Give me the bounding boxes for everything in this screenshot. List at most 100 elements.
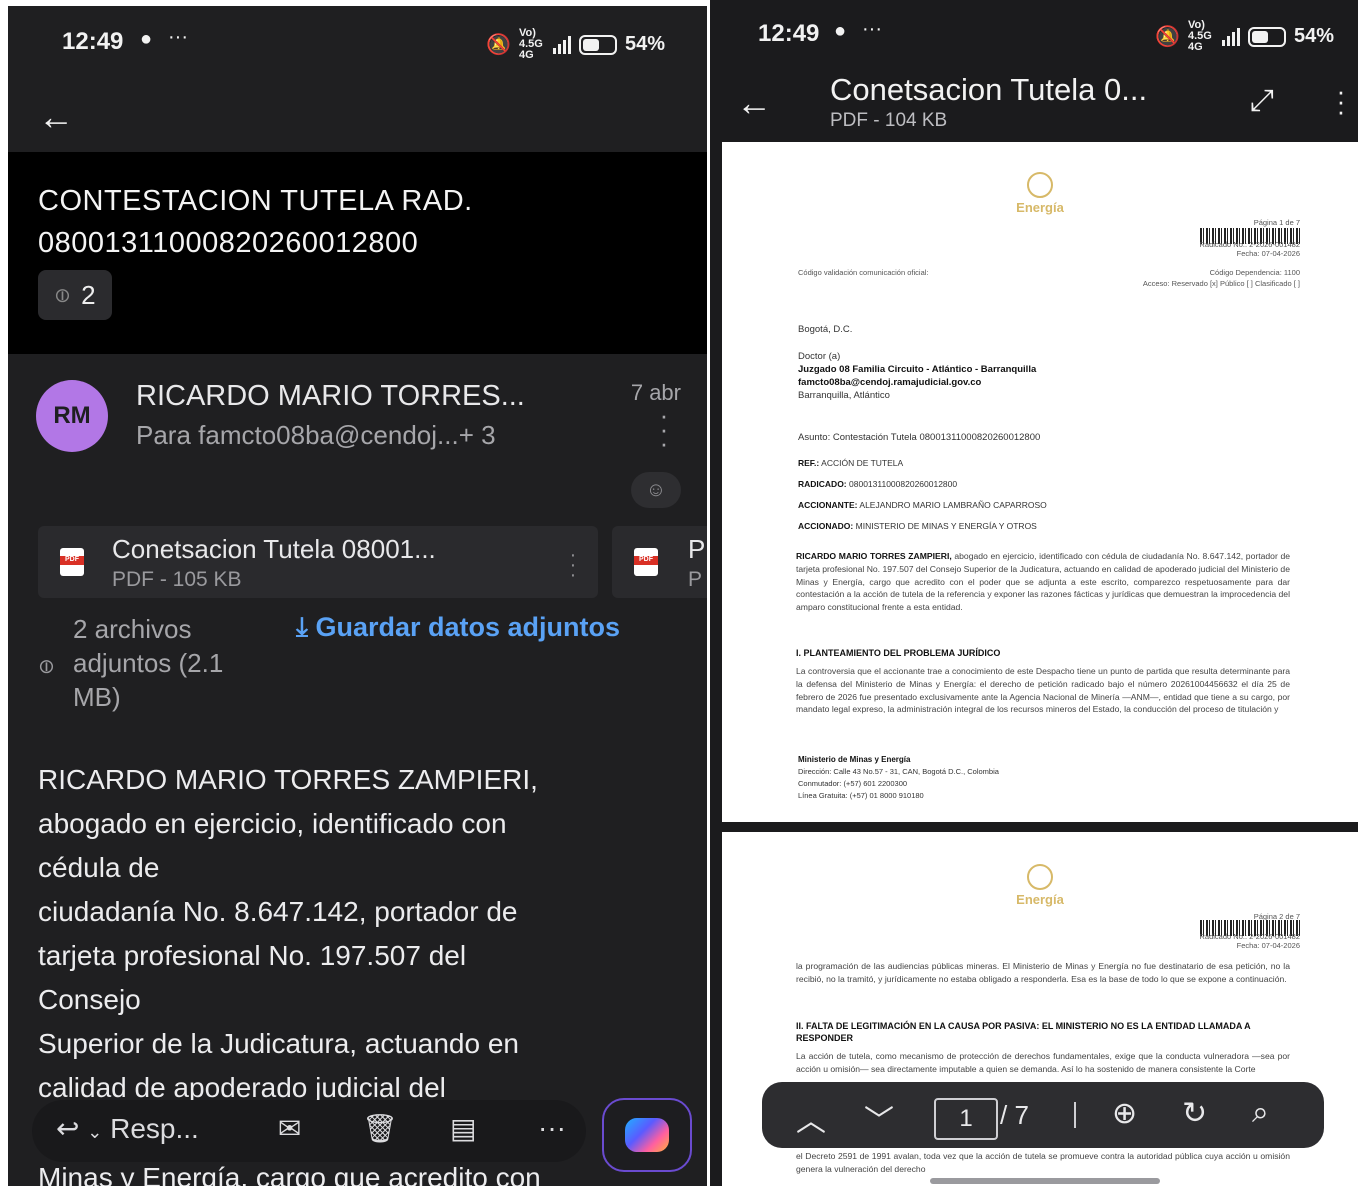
recipients[interactable]: Para famcto08ba@cendoj...+ 3 (136, 420, 496, 451)
attachment-card[interactable]: PDF Conetsacion Tutela 08001... PDF - 10… (38, 526, 598, 598)
save-attachments-button[interactable]: ⤓ Guardar datos adjuntos (296, 612, 620, 644)
email-date: 7 abr (630, 380, 681, 405)
section-heading: II. FALTA DE LEGITIMACIÓN EN LA CAUSA PO… (796, 1021, 1251, 1043)
document-subtitle: PDF - 104 KB (830, 110, 948, 131)
status-time: 12:49 (62, 28, 124, 55)
pdf-page-1[interactable]: Energía Página 1 de 7 Radicado No.: 2-20… (722, 142, 1358, 822)
toolbar-divider (1074, 1102, 1076, 1128)
back-arrow-icon[interactable]: ← (38, 96, 74, 138)
attachments-summary-text: 2 archivos adjuntos (2.1 MB) (73, 614, 224, 712)
search-icon[interactable]: ⌕ (1252, 1096, 1269, 1130)
avatar[interactable]: RM (36, 380, 108, 452)
mute-icon: 🔕 (1155, 26, 1180, 48)
rotate-icon[interactable]: ↻ (1182, 1096, 1207, 1131)
battery-percent: 54% (624, 33, 665, 55)
mark-unread-icon[interactable]: ✉ (278, 1112, 301, 1145)
save-attachments-label: Guardar datos adjuntos (315, 612, 620, 642)
logo-emblem-icon (1027, 172, 1053, 198)
reaction-icon[interactable]: ☺ (631, 472, 681, 508)
attachment-count-chip[interactable]: ⊘ 2 (38, 270, 112, 320)
energia-logo: Energía (722, 172, 1358, 215)
codigo-validacion: Código validación comunicación oficial: (798, 268, 929, 277)
delete-icon[interactable]: 🗑 (362, 1112, 398, 1145)
battery-icon (578, 34, 617, 55)
status-bar: 12:49 ● ··· 🔕 Vo) 4.5G 4G 54% (710, 0, 1358, 72)
pdf-file-icon: PDF (634, 548, 658, 576)
attachment-name: Conetsacion Tutela 08001... (112, 534, 436, 564)
more-options-icon[interactable]: · · · (659, 402, 669, 456)
footer-hotline: Línea Gratuita: (+57) 01 8000 910180 (798, 791, 924, 800)
more-notifications-icon: ··· (862, 18, 882, 40)
chat-notification-icon: ● (834, 20, 847, 42)
decree-paragraph: el Decreto 2591 de 1991 avalan, toda vez… (796, 1151, 1290, 1174)
footer-address: Dirección: Calle 43 No.57 - 31, CAN, Bog… (798, 767, 999, 776)
intro-paragraph: RICARDO MARIO TORRES ZAMPIERI, abogado e… (796, 550, 1290, 614)
city2: Barranquilla, Atlántico (798, 390, 890, 401)
email-screen: 12:49 ● ··· 🔕 Vo) 4.5G 4G 54% ← CONTESTA… (8, 6, 707, 1186)
paperclip-icon: ⊘ (49, 281, 77, 310)
network-label: Vo) 4.5G 4G (1187, 19, 1212, 53)
acceso: Acceso: Reservado [x] Público [ ] Clasif… (1142, 279, 1300, 288)
juzgado: Juzgado 08 Familia Circuito - Atlántico … (798, 364, 1037, 375)
energia-logo: Energía (722, 864, 1358, 907)
attachment-size: PDF - 105 KB (112, 568, 242, 591)
attachment-2-size: P (688, 568, 703, 591)
email-subject: CONTESTACION TUTELA RAD. 080013110008202… (38, 185, 473, 259)
more-actions-icon[interactable]: ··· (538, 1112, 566, 1144)
body-line: RICARDO MARIO TORRES ZAMPIERI, (38, 764, 538, 795)
signal-icon (1221, 27, 1240, 46)
logo-text: Energía (1016, 892, 1064, 907)
copilot-button[interactable] (602, 1098, 692, 1172)
fecha: Fecha: 07-04-2026 (1236, 941, 1300, 950)
reply-button[interactable]: ↩ ⌄ Resp... (56, 1112, 199, 1145)
pdf-toolbar: ︿ ﹀ 1 / 7 ⊕ ↻ ⌕ (762, 1082, 1324, 1148)
zoom-in-icon[interactable]: ⊕ (1112, 1096, 1137, 1131)
problem-paragraph: La controversia que el accionante trae a… (796, 666, 1290, 715)
sender-row[interactable]: RM RICARDO MARIO TORRES... Para famcto08… (8, 368, 707, 508)
body-line: Minas y Energía, cargo que acredito con (38, 1162, 541, 1186)
logo-text: Energía (1016, 200, 1064, 215)
body-line: tarjeta profesional No. 197.507 del (38, 940, 467, 971)
reply-label: Resp... (110, 1113, 199, 1144)
attachment-menu-icon[interactable]: · · · (568, 545, 578, 585)
accionante-label: ACCIONANTE: (798, 500, 858, 510)
body-line: Superior de la Judicatura, actuando en (38, 1028, 519, 1059)
intro-bold: RICARDO MARIO TORRES ZAMPIERI, (796, 551, 952, 561)
sender-name: RICARDO MARIO TORRES... (136, 380, 525, 412)
expand-icon[interactable]: ⤢ (1250, 84, 1274, 118)
home-indicator (930, 1178, 1160, 1184)
radicado-value: 08001311000820260012800 (849, 479, 958, 489)
body-line: abogado en ejercicio, identificado con (38, 808, 507, 839)
continuation-paragraph: la programación de las audiencias públic… (796, 961, 1290, 984)
back-arrow-icon[interactable]: ← (736, 82, 772, 124)
move-icon[interactable]: ▤ (450, 1112, 476, 1145)
chevron-down-icon: ⌄ (87, 1122, 103, 1142)
more-notifications-icon: ··· (168, 26, 188, 48)
section-heading: I. PLANTEAMIENTO DEL PROBLEMA JURÍDICO (796, 648, 1001, 658)
codigo-dependencia: Código Dependencia: 1100 (1209, 268, 1300, 277)
download-icon: ⤓ (296, 612, 308, 642)
body-line: Consejo (38, 984, 141, 1015)
asunto: Asunto: Contestación Tutela 080013110008… (798, 432, 1041, 443)
accionante-value: ALEJANDRO MARIO LAMBRAÑO CAPARROSO (859, 500, 1047, 510)
previous-page-icon[interactable]: ︿ (796, 1096, 826, 1140)
more-options-icon[interactable]: · · · (1336, 78, 1346, 124)
total-pages: / 7 (1000, 1100, 1029, 1130)
battery-icon (1247, 26, 1286, 47)
accionado-value: MINISTERIO DE MINAS Y ENERGÍA Y OTROS (855, 521, 1037, 531)
paperclip-icon: ⊘ (33, 653, 61, 681)
radicado-no: Radicado No.: 2-2026-001482 (1199, 240, 1301, 249)
attachment-2-name: P (688, 534, 706, 564)
ref-value: ACCIÓN DE TUTELA (821, 458, 904, 468)
email-body: RICARDO MARIO TORRES ZAMPIERI, abogado e… (38, 758, 688, 1110)
page-number-input[interactable]: 1 (934, 1098, 998, 1140)
action-bar: ↩ ⌄ Resp... ✉ 🗑 ▤ ··· (32, 1100, 586, 1162)
next-page-icon[interactable]: ﹀ (864, 1096, 894, 1140)
attachment-card-2[interactable]: PDF P P (612, 526, 707, 598)
body-line: cédula de (38, 852, 160, 883)
logo-emblem-icon (1027, 864, 1053, 890)
subject-header: CONTESTACION TUTELA RAD. 080013110008202… (8, 152, 707, 354)
document-title: Conetsacion Tutela 0... (830, 72, 1148, 107)
ref-label: REF.: (798, 458, 820, 468)
radicado-label: RADICADO: (798, 479, 847, 489)
